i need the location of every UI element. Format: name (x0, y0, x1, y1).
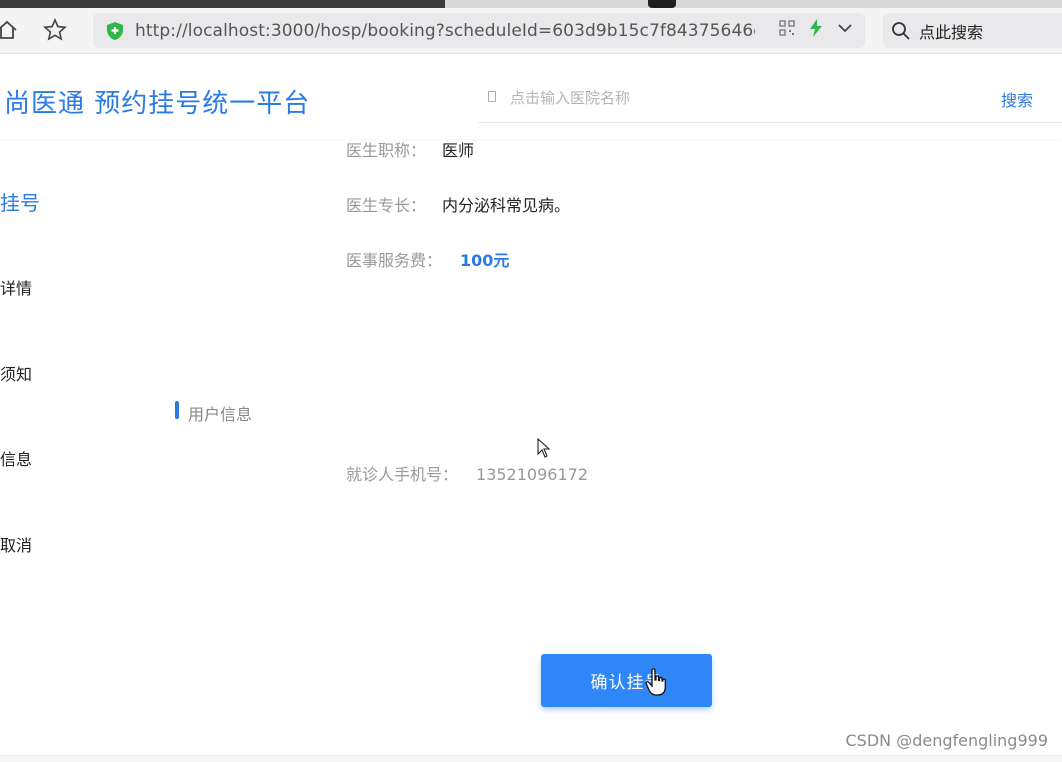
doctor-specialty-label: 医生专长： (346, 196, 427, 215)
search-button[interactable]: 搜索 (1001, 87, 1033, 111)
service-fee-row: 医事服务费： 100元 (346, 247, 509, 271)
qr-icon[interactable] (779, 20, 795, 36)
section-title-user-info: 用户信息 (188, 405, 253, 424)
home-icon[interactable] (0, 17, 20, 43)
site-title[interactable]: 尚医通 预约挂号统一平台 (4, 83, 310, 120)
browser-toolbar: http://localhost:3000/hosp/booking?sched… (0, 8, 1062, 54)
star-icon[interactable] (42, 17, 68, 43)
doctor-specialty-row: 医生专长： 内分泌科常见病。 (346, 192, 570, 216)
menu-item-details[interactable]: 详情 (0, 275, 32, 299)
bolt-icon[interactable] (809, 19, 823, 37)
doctor-title-label: 医生职称： (346, 141, 427, 160)
url-text[interactable]: http://localhost:3000/hosp/booking?sched… (135, 21, 755, 41)
menu-item-cancel[interactable]: 取消 (0, 532, 32, 556)
input-icon (488, 91, 496, 102)
hospital-search: 点击输入医院名称 搜索 (478, 55, 1062, 123)
doctor-title-value: 医师 (442, 141, 475, 160)
site-header: 尚医通 预约挂号统一平台 点击输入医院名称 搜索 (0, 55, 1062, 139)
patient-phone-value: 13521096172 (476, 465, 588, 484)
menu-item-info[interactable]: 信息 (0, 446, 32, 470)
menu-item-notice[interactable]: 须知 (0, 361, 32, 385)
tab-strip-light (445, 0, 1062, 8)
shield-icon (107, 21, 123, 40)
service-fee-value: 100元 (460, 251, 510, 270)
search-icon (892, 21, 910, 40)
browser-search-label: 点此搜索 (919, 22, 984, 42)
watermark: CSDN @dengfengling999 (845, 731, 1049, 750)
patient-phone-label: 就诊人手机号： (346, 465, 459, 484)
left-menu: 挂号 详情 须知 信息 取消 (0, 140, 170, 740)
page-footer-divider (0, 755, 1062, 762)
section-marker (175, 401, 179, 419)
hand-pointer-icon (645, 668, 666, 696)
mouse-pointer-icon (537, 438, 551, 458)
tab-icon[interactable] (648, 0, 676, 8)
window-top-strip (0, 0, 1062, 8)
confirm-booking-button[interactable]: 确认挂号 (541, 654, 712, 707)
browser-search-box[interactable]: 点此搜索 (883, 13, 1062, 48)
chevron-down-icon[interactable] (837, 22, 853, 34)
doctor-title-row: 医生职称： 医师 (346, 137, 474, 161)
doctor-specialty-value: 内分泌科常见病。 (442, 196, 571, 215)
menu-item-booking[interactable]: 挂号 (0, 187, 40, 216)
address-bar[interactable]: http://localhost:3000/hosp/booking?sched… (93, 13, 865, 48)
patient-phone-row: 就诊人手机号： 13521096172 (346, 461, 588, 485)
service-fee-label: 医事服务费： (346, 251, 443, 270)
hospital-search-input[interactable]: 点击输入医院名称 (510, 87, 630, 108)
